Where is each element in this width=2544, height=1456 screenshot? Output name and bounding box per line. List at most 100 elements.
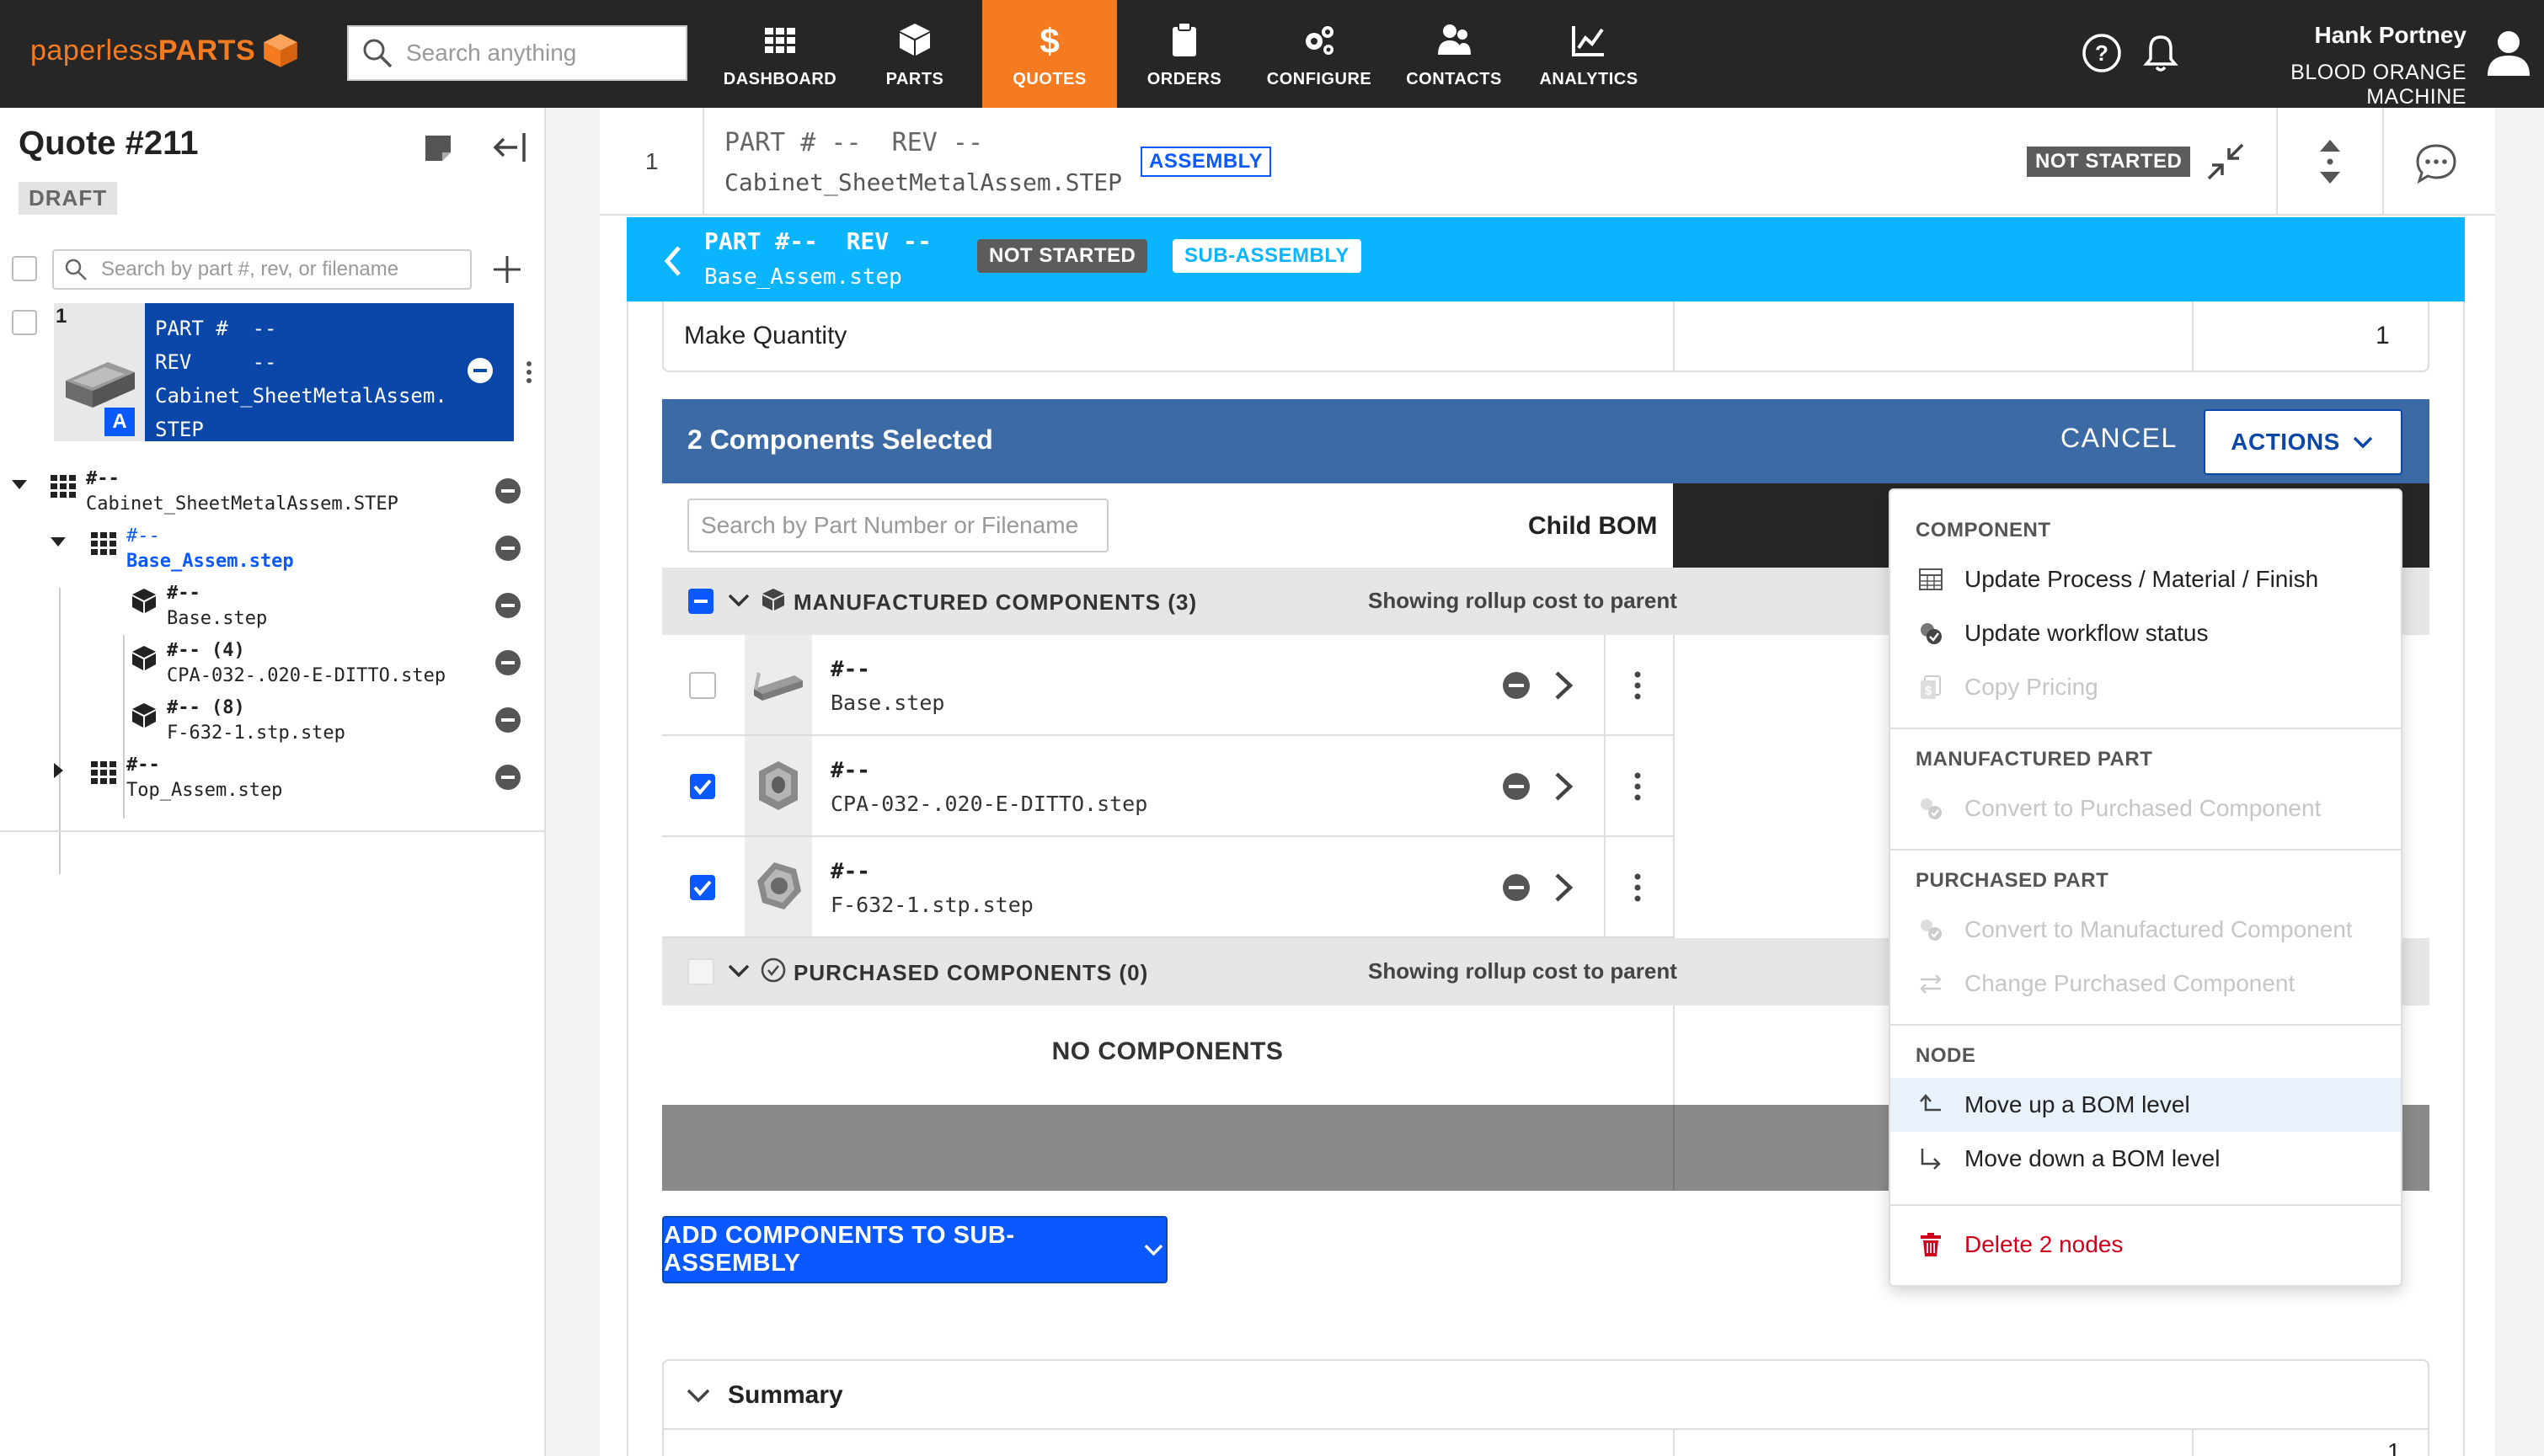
tree-node[interactable]: #-- Base.step (0, 583, 546, 637)
component-row[interactable]: #-- F-632-1.stp.step (662, 837, 1673, 938)
subassembly-filename: Base_Assem.step (704, 264, 902, 290)
paperless-parts-logo[interactable]: paperless PARTS (30, 32, 299, 69)
summary-panel (662, 1359, 2429, 1456)
menu-convert-to-purchased[interactable]: Convert to Purchased Component (1890, 781, 2401, 835)
select-all-checkbox[interactable] (12, 256, 37, 281)
more-options-icon[interactable] (1626, 768, 1649, 805)
bom-search-input[interactable] (687, 499, 1109, 552)
divider (627, 301, 628, 1456)
note-icon[interactable] (423, 133, 453, 163)
nav-orders[interactable]: ORDERS (1117, 0, 1252, 108)
reorder-icon[interactable] (2313, 138, 2347, 185)
caret-down-icon[interactable] (49, 532, 67, 551)
chart-icon (1572, 26, 1604, 56)
component-row[interactable]: #-- Base.step (662, 635, 1673, 736)
cancel-selection-button[interactable]: CANCEL (2060, 423, 2178, 454)
chevron-left-icon[interactable] (660, 244, 686, 278)
component-part: #-- (831, 758, 870, 783)
component-checkbox-checked[interactable] (689, 773, 716, 800)
user-name[interactable]: Hank Portney (2190, 22, 2467, 49)
nav-contacts[interactable]: CONTACTS (1387, 0, 1521, 108)
divider (2382, 108, 2384, 216)
chevron-down-icon[interactable] (726, 958, 751, 984)
add-part-icon[interactable] (490, 253, 524, 286)
chevron-right-icon[interactable] (1548, 770, 1579, 803)
help-icon[interactable]: ? (2081, 32, 2123, 74)
remove-node-icon[interactable] (494, 763, 522, 792)
menu-item-label: Delete 2 nodes (1964, 1231, 2124, 1257)
svg-text:$: $ (1040, 21, 1059, 58)
group-checkbox[interactable] (687, 958, 714, 985)
more-options-icon[interactable] (1626, 667, 1649, 704)
divider (664, 1428, 2428, 1430)
divider (2463, 301, 2465, 1456)
tree-node[interactable]: #-- (4) CPA-032-.020-E-DITTO.step (0, 640, 546, 694)
avatar-icon[interactable] (2485, 29, 2532, 77)
menu-move-down-level[interactable]: Move down a BOM level (1890, 1132, 2401, 1186)
caret-right-icon[interactable] (49, 761, 67, 780)
summary-title[interactable]: Summary (728, 1381, 843, 1410)
menu-update-workflow[interactable]: Update workflow status (1890, 606, 2401, 660)
remove-node-icon[interactable] (494, 706, 522, 734)
more-options-icon[interactable] (1626, 869, 1649, 906)
remove-component-icon[interactable] (1501, 771, 1531, 802)
component-checkbox-checked[interactable] (689, 874, 716, 901)
bell-icon[interactable] (2140, 32, 2182, 74)
collapse-sidebar-icon[interactable] (490, 128, 529, 167)
group-indeterminate-checkbox[interactable] (687, 588, 714, 615)
remove-node-icon[interactable] (494, 534, 522, 563)
chevron-right-icon[interactable] (1548, 669, 1579, 702)
logo-cube-icon (264, 34, 297, 67)
workflow-status-badge[interactable]: NOT STARTED (2027, 147, 2191, 177)
actions-button[interactable]: ACTIONS (2204, 409, 2402, 475)
menu-update-process[interactable]: Update Process / Material / Finish (1890, 552, 2401, 606)
component-part: #-- (831, 859, 870, 884)
part-checkbox[interactable] (12, 310, 37, 335)
make-quantity-value[interactable]: 1 (2376, 322, 2390, 350)
chevron-down-icon[interactable] (684, 1381, 713, 1410)
remove-component-icon[interactable] (1501, 670, 1531, 701)
global-search[interactable] (347, 25, 687, 81)
component-row[interactable]: #-- CPA-032-.020-E-DITTO.step (662, 736, 1673, 837)
tree-node[interactable]: #-- Top_Assem.step (0, 755, 546, 808)
trash-icon (1921, 1233, 1941, 1256)
rollup-note: Showing rollup cost to parent (1368, 588, 1677, 613)
nav-analytics[interactable]: ANALYTICS (1521, 0, 1656, 108)
nav-configure[interactable]: CONFIGURE (1252, 0, 1387, 108)
tree-node[interactable]: #-- Cabinet_SheetMetalAssem.STEP (0, 468, 546, 522)
part-search-input[interactable] (101, 258, 455, 281)
nav-quotes[interactable]: $ QUOTES (982, 0, 1117, 108)
component-checkbox[interactable] (689, 672, 716, 699)
remove-node-icon[interactable] (494, 477, 522, 505)
caret-down-icon[interactable] (10, 475, 29, 493)
menu-section-purchased: PURCHASED PART (1916, 869, 2109, 892)
chevron-down-icon[interactable] (726, 588, 751, 613)
hex-nut-icon (757, 862, 801, 909)
logo-text-light: paperless (30, 34, 158, 67)
remove-component-icon[interactable] (1501, 872, 1531, 903)
remove-part-icon[interactable] (467, 357, 494, 384)
svg-text:?: ? (2095, 40, 2108, 66)
menu-convert-to-manufactured[interactable]: Convert to Manufactured Component (1890, 903, 2401, 957)
chevron-right-icon[interactable] (1548, 871, 1579, 904)
quote-status-badge: DRAFT (19, 182, 118, 215)
purchased-group-title: PURCHASED COMPONENTS (0) (794, 960, 1149, 985)
menu-copy-pricing[interactable]: $ Copy Pricing (1890, 660, 2401, 714)
tree-node-selected[interactable]: #-- Base_Assem.step (0, 525, 546, 579)
global-search-input[interactable] (406, 40, 676, 67)
part-search[interactable] (52, 249, 472, 290)
chat-icon[interactable] (2414, 141, 2458, 185)
add-components-button[interactable]: ADD COMPONENTS TO SUB-ASSEMBLY (662, 1216, 1168, 1283)
more-options-icon[interactable] (517, 357, 541, 387)
menu-change-purchased[interactable]: Change Purchased Component (1890, 957, 2401, 1011)
remove-node-icon[interactable] (494, 591, 522, 620)
nav-dashboard[interactable]: DASHBOARD (713, 0, 847, 108)
nav-parts[interactable]: PARTS (847, 0, 982, 108)
subassembly-status-badge[interactable]: NOT STARTED (977, 239, 1148, 273)
tree-node[interactable]: #-- (8) F-632-1.stp.step (0, 697, 546, 751)
menu-delete-nodes[interactable]: Delete 2 nodes (1890, 1218, 2401, 1272)
compress-icon[interactable] (2204, 140, 2247, 184)
remove-node-icon[interactable] (494, 648, 522, 677)
part-card-selected[interactable]: PART # -- REV -- Cabinet_SheetMetalAssem… (145, 303, 514, 441)
menu-move-up-level[interactable]: Move up a BOM level (1890, 1078, 2401, 1132)
